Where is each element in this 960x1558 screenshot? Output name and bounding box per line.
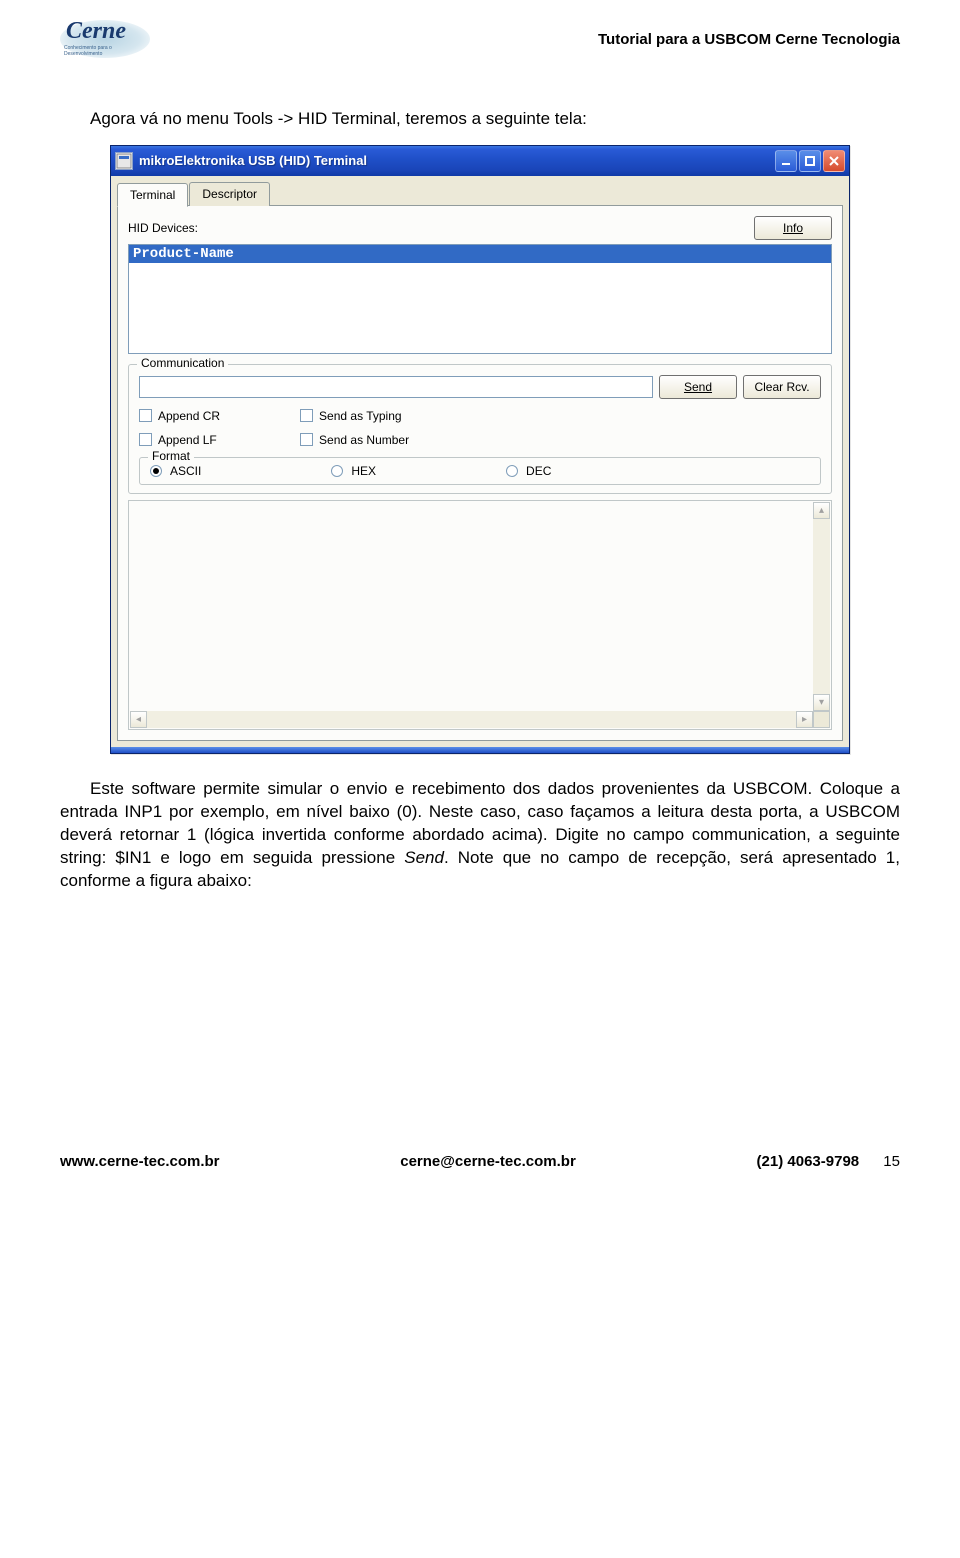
tab-label: Terminal [130, 188, 175, 202]
check-label: Append LF [158, 433, 217, 447]
tab-terminal[interactable]: Terminal [117, 183, 188, 207]
hid-devices-list[interactable]: Product-Name [128, 244, 832, 354]
page-footer: www.cerne-tec.com.br cerne@cerne-tec.com… [60, 1153, 900, 1170]
format-hex-radio[interactable]: HEX [331, 464, 376, 478]
radio-label: ASCII [170, 464, 201, 478]
scroll-up-icon[interactable]: ▴ [813, 502, 830, 519]
footer-site: www.cerne-tec.com.br [60, 1153, 220, 1170]
checkbox-icon [300, 409, 313, 422]
close-button[interactable] [823, 150, 845, 172]
receive-output[interactable]: ▴ ▾ ◂ ▸ [128, 500, 832, 730]
check-label: Send as Number [319, 433, 409, 447]
checkbox-icon [139, 409, 152, 422]
scroll-down-icon[interactable]: ▾ [813, 694, 830, 711]
tab-strip: Terminal Descriptor [117, 182, 843, 206]
doc-title: Tutorial para a USBCOM Cerne Tecnologia [598, 31, 900, 48]
list-item[interactable]: Product-Name [129, 245, 831, 263]
app-icon [115, 152, 133, 170]
devices-label: HID Devices: [128, 221, 198, 235]
window-title: mikroElektronika USB (HID) Terminal [139, 153, 775, 168]
format-group: Format ASCII HEX DEC [139, 457, 821, 485]
vertical-scrollbar[interactable]: ▴ ▾ [813, 502, 830, 711]
send-as-number-check[interactable]: Send as Number [300, 433, 409, 447]
logo-text: Cerne [66, 18, 126, 45]
titlebar: mikroElektronika USB (HID) Terminal [111, 146, 849, 176]
scroll-left-icon[interactable]: ◂ [130, 711, 147, 728]
page-header: Cerne Conhecimento para o Desenvolviment… [60, 0, 900, 88]
tab-descriptor[interactable]: Descriptor [189, 182, 270, 206]
scroll-right-icon[interactable]: ▸ [796, 711, 813, 728]
send-as-typing-check[interactable]: Send as Typing [300, 409, 409, 423]
checkbox-icon [300, 433, 313, 446]
send-button[interactable]: Send [659, 375, 737, 399]
radio-icon [150, 465, 162, 477]
tab-panel: HID Devices: Info Product-Name Communica… [117, 205, 843, 741]
radio-label: DEC [526, 464, 551, 478]
communication-legend: Communication [137, 356, 228, 370]
send-input[interactable] [139, 376, 653, 398]
format-ascii-radio[interactable]: ASCII [150, 464, 201, 478]
format-dec-radio[interactable]: DEC [506, 464, 551, 478]
radio-label: HEX [351, 464, 376, 478]
minimize-button[interactable] [775, 150, 797, 172]
footer-email: cerne@cerne-tec.com.br [400, 1153, 576, 1170]
tab-label: Descriptor [202, 187, 257, 201]
logo-subtitle: Conhecimento para o Desenvolvimento [64, 45, 150, 57]
statusbar [111, 747, 849, 753]
radio-icon [331, 465, 343, 477]
maximize-button[interactable] [799, 150, 821, 172]
footer-phone: (21) 4063-9798 [757, 1153, 860, 1170]
info-button[interactable]: Info [754, 216, 832, 240]
logo: Cerne Conhecimento para o Desenvolviment… [60, 20, 150, 58]
horizontal-scrollbar[interactable]: ◂ ▸ [130, 711, 813, 728]
radio-icon [506, 465, 518, 477]
checkbox-icon [139, 433, 152, 446]
check-label: Send as Typing [319, 409, 402, 423]
app-window: mikroElektronika USB (HID) Terminal Term… [110, 145, 850, 754]
body-paragraph: Este software permite simular o envio e … [60, 778, 900, 893]
append-cr-check[interactable]: Append CR [139, 409, 220, 423]
communication-group: Communication Send Clear Rcv. Append CR … [128, 364, 832, 494]
intro-text: Agora vá no menu Tools -> HID Terminal, … [60, 108, 900, 131]
page-number: 15 [883, 1153, 900, 1170]
resize-grip-icon [813, 711, 830, 728]
clear-rcv-button[interactable]: Clear Rcv. [743, 375, 821, 399]
format-legend: Format [148, 449, 194, 463]
check-label: Append CR [158, 409, 220, 423]
append-lf-check[interactable]: Append LF [139, 433, 220, 447]
